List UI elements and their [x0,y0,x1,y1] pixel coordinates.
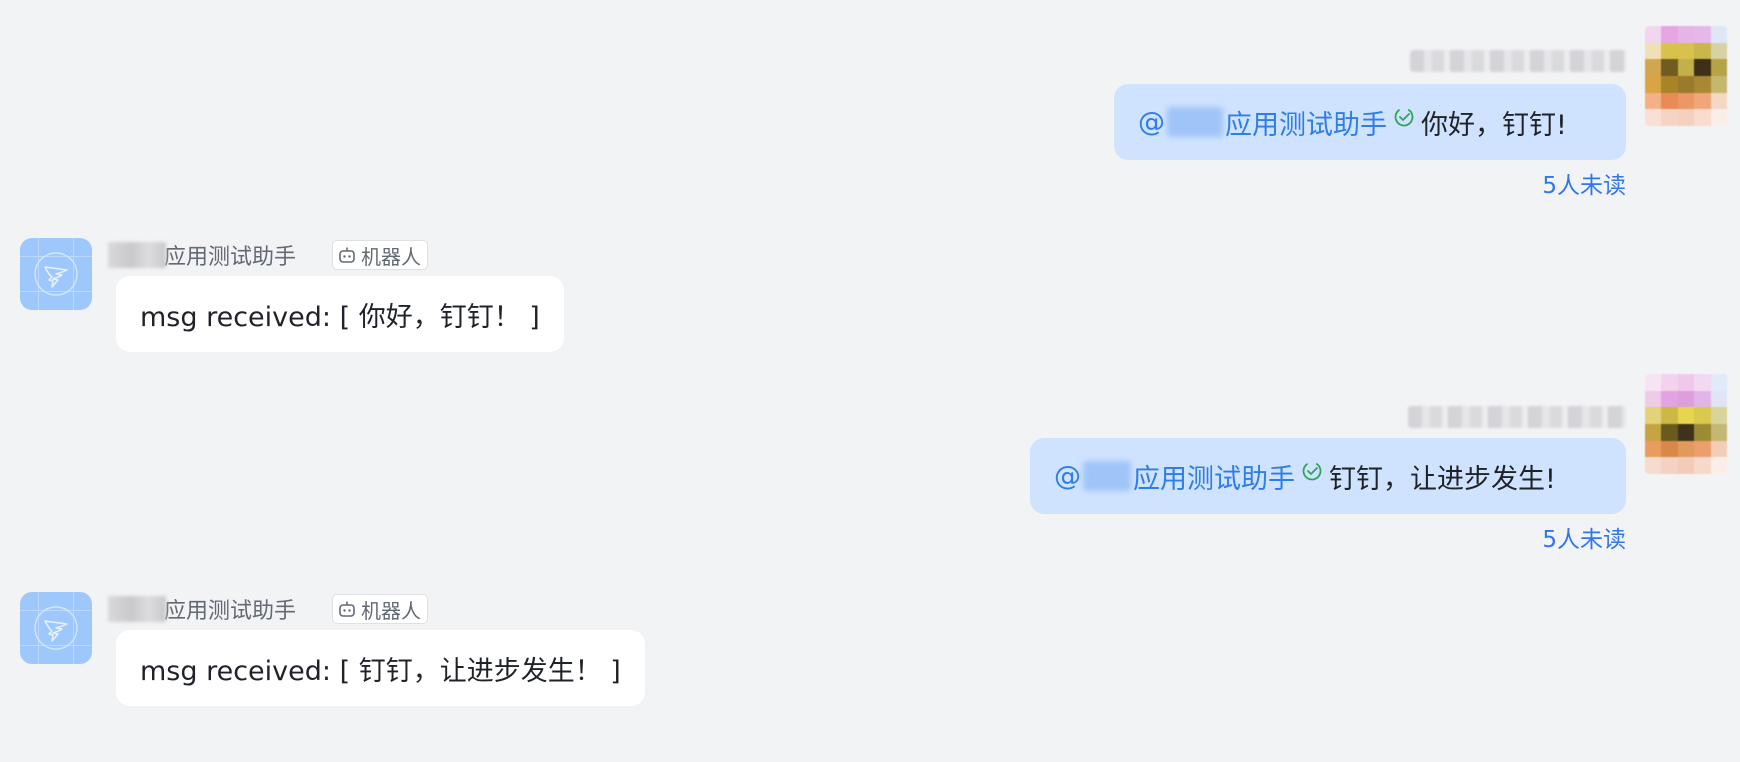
outgoing-bubble[interactable]: @ 应用测试助手 你好，钉钉! [1114,84,1626,160]
dingtalk-logo-icon [34,606,78,650]
bot-name-redacted [108,596,166,622]
mention[interactable]: @ 应用测试助手 [1138,103,1387,142]
bot-name-redacted [108,242,166,268]
robot-badge-label: 机器人 [361,244,422,269]
unread-count[interactable]: 5人未读 [1542,166,1626,200]
mention-prefix: @ [1054,460,1081,492]
bot-name-row: 应用测试助手 机器人 [108,592,429,626]
mention-name: 应用测试助手 [1133,463,1295,495]
mention-redacted [1167,107,1223,137]
sender-name-redacted [1408,406,1626,428]
message-text: 钉钉，让进步发生! [1329,463,1556,495]
message-text: 你好，钉钉! [1421,109,1567,141]
bot-name: 应用测试助手 [164,599,297,624]
message-text: msg received: [ 钉钉，让进步发生！ ] [140,655,621,687]
robot-icon [339,247,355,263]
robot-badge: 机器人 [332,240,429,270]
user-avatar[interactable] [1645,374,1727,474]
bot-avatar[interactable] [20,238,92,310]
incoming-bubble[interactable]: msg received: [ 你好，钉钉！ ] [116,276,564,352]
robot-badge-label: 机器人 [361,598,422,623]
outgoing-bubble[interactable]: @ 应用测试助手 钉钉，让进步发生! [1030,438,1626,514]
read-check-icon [1301,460,1323,482]
mention-redacted [1083,461,1131,491]
incoming-bubble[interactable]: msg received: [ 钉钉，让进步发生！ ] [116,630,645,706]
bot-name: 应用测试助手 [164,245,297,270]
unread-count[interactable]: 5人未读 [1542,520,1626,554]
robot-badge: 机器人 [332,594,429,624]
bot-name-row: 应用测试助手 机器人 [108,238,429,272]
mention[interactable]: @ 应用测试助手 [1054,457,1295,496]
sender-name-redacted [1410,50,1626,72]
read-check-icon [1393,106,1415,128]
user-avatar[interactable] [1645,26,1727,126]
robot-icon [339,601,355,617]
message-text: msg received: [ 你好，钉钉！ ] [140,301,540,333]
mention-name: 应用测试助手 [1225,109,1387,141]
dingtalk-logo-icon [34,252,78,296]
mention-prefix: @ [1138,106,1165,138]
bot-avatar[interactable] [20,592,92,664]
